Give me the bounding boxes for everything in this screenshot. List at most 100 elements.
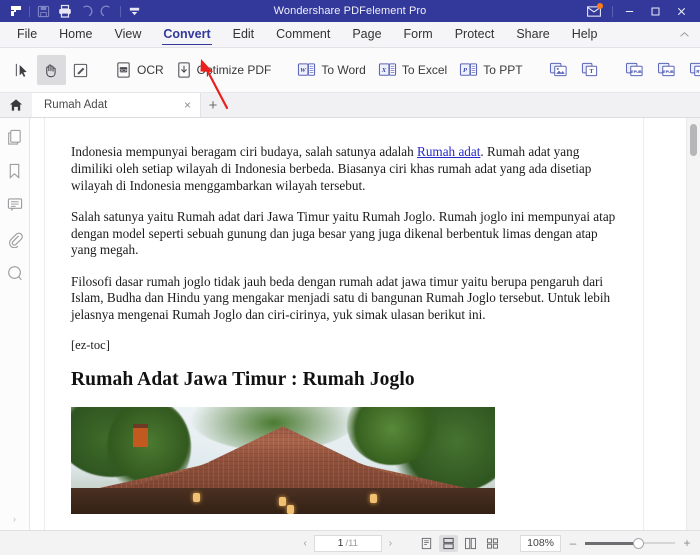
menu-item-protect[interactable]: Protect bbox=[444, 22, 506, 47]
edit-text-tool-button[interactable] bbox=[66, 55, 95, 85]
single-page-view-icon[interactable] bbox=[417, 535, 436, 552]
menu-item-form[interactable]: Form bbox=[393, 22, 444, 47]
vertical-scrollbar-thumb[interactable] bbox=[690, 124, 697, 156]
customize-caret-icon[interactable] bbox=[124, 1, 145, 21]
ocr-button[interactable]: OCR OCR bbox=[109, 55, 170, 85]
quick-access-toolbar bbox=[0, 1, 145, 21]
hand-tool-button[interactable] bbox=[37, 55, 66, 85]
bookmark-icon[interactable] bbox=[5, 161, 25, 181]
close-button[interactable] bbox=[668, 0, 694, 22]
hand-tool-icon bbox=[43, 62, 60, 79]
menu-item-edit[interactable]: Edit bbox=[222, 22, 266, 47]
document-tab[interactable]: Rumah Adat × bbox=[32, 93, 201, 117]
print-icon[interactable] bbox=[54, 1, 75, 21]
zoom-in-button[interactable]: + bbox=[682, 536, 692, 550]
to-excel-icon: X bbox=[378, 61, 397, 79]
menu-item-page[interactable]: Page bbox=[341, 22, 392, 47]
select-cursor-icon bbox=[14, 62, 31, 79]
menu-item-share[interactable]: Share bbox=[505, 22, 560, 47]
notification-dot bbox=[597, 3, 603, 9]
to-text-button[interactable]: T bbox=[575, 55, 605, 85]
save-icon[interactable] bbox=[33, 1, 54, 21]
close-tab-icon[interactable]: × bbox=[181, 99, 194, 111]
app-logo-icon[interactable] bbox=[5, 1, 26, 21]
search-icon[interactable] bbox=[5, 263, 25, 283]
menu-item-help[interactable]: Help bbox=[561, 22, 609, 47]
document-viewer[interactable]: Indonesia mempunyai beragam ciri budaya,… bbox=[30, 118, 700, 530]
svg-text:EPUB: EPUB bbox=[631, 70, 642, 74]
to-image-button[interactable] bbox=[543, 55, 575, 85]
optimize-pdf-label: Optimize PDF bbox=[196, 63, 272, 77]
edit-text-icon bbox=[72, 62, 89, 79]
thumbnail-grid-view-icon[interactable] bbox=[483, 535, 502, 552]
paragraph-1-text-before-link: Indonesia mempunyai beragam ciri budaya,… bbox=[71, 144, 418, 159]
document-tab-bar: Rumah Adat × + bbox=[0, 93, 700, 118]
workspace: › Indonesia mempunyai beragam ciri buday… bbox=[0, 118, 700, 530]
view-mode-group bbox=[417, 534, 502, 552]
menu-item-convert[interactable]: Convert bbox=[152, 22, 221, 47]
zoom-slider-handle[interactable] bbox=[633, 537, 644, 549]
redo-icon[interactable] bbox=[96, 1, 117, 21]
continuous-scroll-view-icon[interactable] bbox=[439, 534, 459, 552]
menu-item-file[interactable]: File bbox=[6, 22, 48, 47]
to-ppt-button[interactable]: P To PPT bbox=[453, 55, 528, 85]
thumbnails-icon[interactable] bbox=[5, 127, 25, 147]
total-pages-value: /11 bbox=[345, 537, 358, 549]
zoom-out-button[interactable]: – bbox=[568, 536, 578, 550]
to-excel-label: To Excel bbox=[401, 63, 448, 77]
svg-text:RTF: RTF bbox=[696, 69, 700, 74]
menu-item-home[interactable]: Home bbox=[48, 22, 103, 47]
to-rtf-icon: RTF bbox=[689, 61, 700, 79]
page-number-field[interactable]: 1 /11 bbox=[313, 534, 382, 552]
to-html-icon: EPUB bbox=[657, 61, 677, 79]
qat-divider-2 bbox=[120, 5, 121, 17]
to-ppt-label: To PPT bbox=[483, 63, 523, 77]
pdf-page: Indonesia mempunyai beragam ciri budaya,… bbox=[44, 118, 644, 530]
pdfelement-window: Wondershare PDFelement Pro File Home Vie… bbox=[0, 0, 700, 555]
svg-text:OCR: OCR bbox=[119, 67, 128, 72]
previous-page-button[interactable]: ‹ bbox=[300, 538, 309, 549]
svg-text:EPUB: EPUB bbox=[663, 70, 674, 74]
status-bar-right-group: ‹ 1 /11 › 108% – + bbox=[300, 534, 700, 552]
status-bar: ‹ 1 /11 › 108% – + bbox=[0, 530, 700, 555]
to-excel-button[interactable]: X To Excel bbox=[372, 55, 453, 85]
comments-icon[interactable] bbox=[5, 195, 25, 215]
convert-ribbon-toolbar: OCR OCR Optimize PDF W To Word X To Exce… bbox=[0, 48, 700, 93]
sidebar-expand-handle[interactable]: › bbox=[13, 514, 16, 524]
rumah-adat-link[interactable]: Rumah adat bbox=[417, 144, 480, 159]
select-cursor-tool-button[interactable] bbox=[8, 55, 37, 85]
menu-item-view[interactable]: View bbox=[104, 22, 153, 47]
photo-lamp-3 bbox=[287, 505, 294, 515]
minimize-button[interactable] bbox=[616, 0, 642, 22]
document-paragraph-2: Salah satunya yaitu Rumah adat dari Jawa… bbox=[71, 208, 616, 258]
attachments-icon[interactable] bbox=[5, 229, 25, 249]
next-page-button[interactable]: › bbox=[386, 538, 395, 549]
facing-pages-view-icon[interactable] bbox=[461, 535, 480, 552]
menu-item-comment[interactable]: Comment bbox=[265, 22, 341, 47]
zoom-control: 108% – + bbox=[520, 534, 692, 552]
optimize-pdf-button[interactable]: Optimize PDF bbox=[170, 55, 278, 85]
to-word-icon: W bbox=[297, 61, 316, 79]
to-image-icon bbox=[549, 61, 569, 79]
document-heading: Rumah Adat Jawa Timur : Rumah Joglo bbox=[71, 369, 415, 391]
to-epub-icon: EPUB bbox=[625, 61, 645, 79]
photo-birdhouse bbox=[133, 424, 148, 448]
maximize-button[interactable] bbox=[642, 0, 668, 22]
vertical-scrollbar[interactable] bbox=[686, 118, 700, 530]
to-html-button[interactable]: EPUB bbox=[651, 55, 683, 85]
to-rtf-button[interactable]: RTF bbox=[683, 55, 700, 85]
to-epub-button[interactable]: EPUB bbox=[619, 55, 651, 85]
home-button[interactable] bbox=[0, 93, 32, 117]
zoom-slider[interactable] bbox=[585, 537, 675, 549]
new-tab-button[interactable]: + bbox=[201, 93, 225, 117]
window-controls bbox=[583, 0, 700, 22]
mail-icon[interactable] bbox=[583, 0, 605, 22]
collapse-ribbon-chevron-icon[interactable] bbox=[679, 31, 700, 38]
to-word-button[interactable]: W To Word bbox=[291, 55, 371, 85]
undo-icon[interactable] bbox=[75, 1, 96, 21]
qat-divider-1 bbox=[29, 5, 30, 17]
svg-text:T: T bbox=[589, 69, 593, 75]
zoom-level-value[interactable]: 108% bbox=[520, 534, 561, 552]
ocr-icon: OCR bbox=[115, 61, 132, 79]
page-navigator: ‹ 1 /11 › bbox=[300, 534, 395, 552]
